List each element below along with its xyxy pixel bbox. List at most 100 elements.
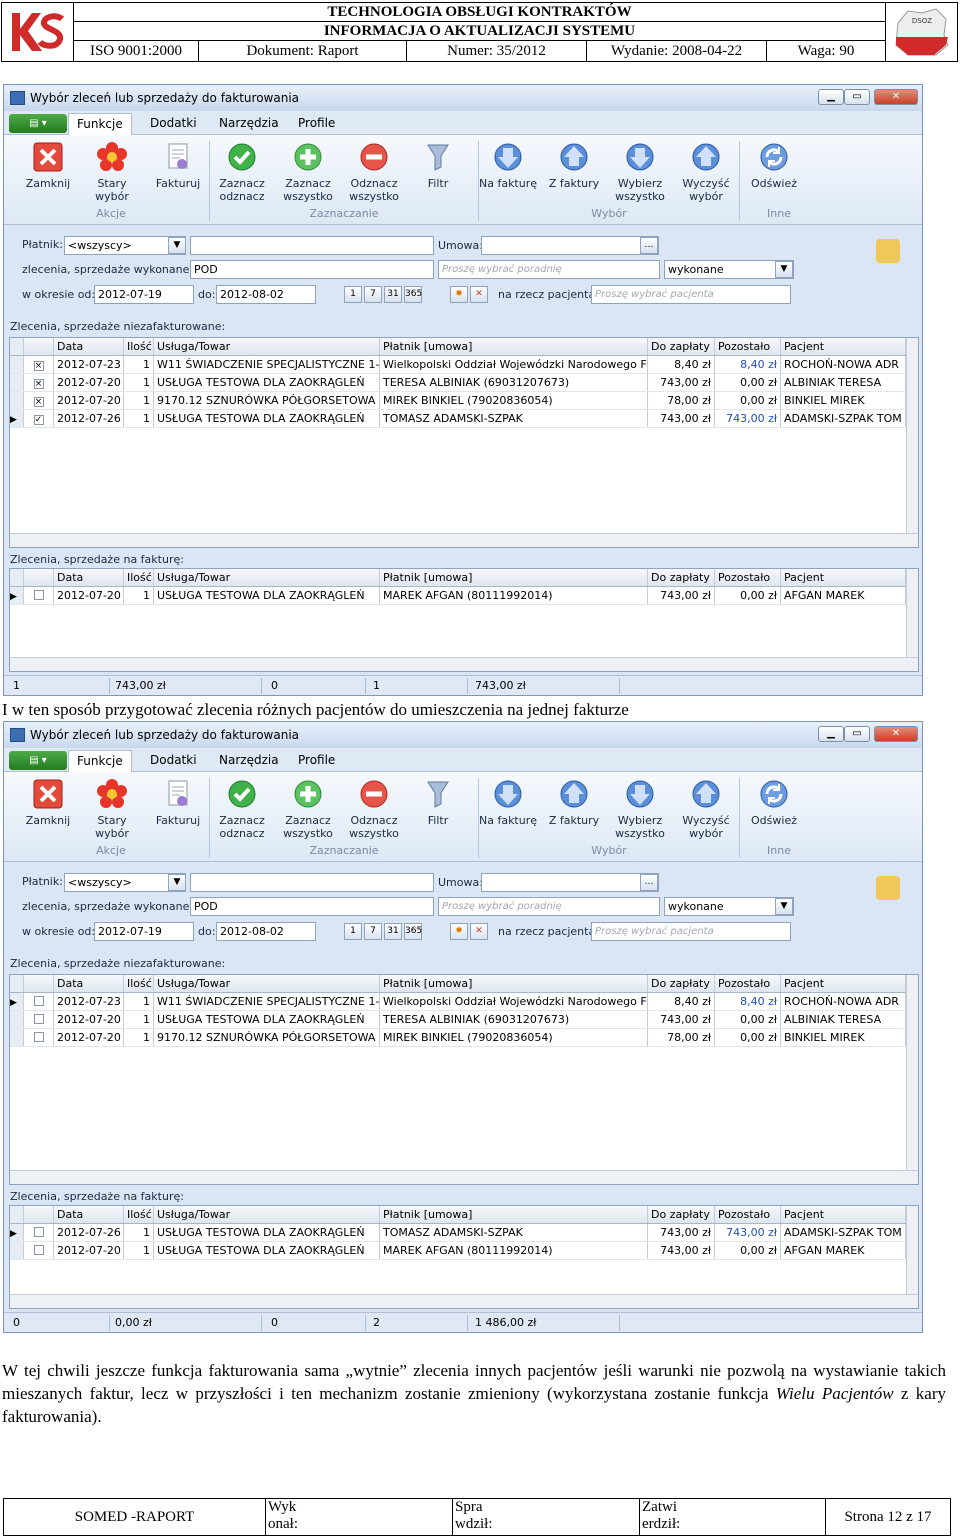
ribbon-button[interactable]: Odśwież <box>744 141 804 190</box>
window-titlebar[interactable]: Wybór zleceń lub sprzedaży do fakturowan… <box>4 722 922 748</box>
ribbon-button[interactable]: Zaznacz wszystko <box>278 141 338 203</box>
tab-profile[interactable]: Profile <box>298 753 335 767</box>
payer-search-input[interactable] <box>190 236 434 255</box>
checkbox-icon[interactable]: × <box>33 379 44 389</box>
ribbon-button[interactable]: Na fakturę <box>478 778 538 827</box>
tab-profile[interactable]: Profile <box>298 116 335 130</box>
col-patient[interactable]: Pacjent <box>781 569 906 586</box>
chevron-down-icon[interactable]: ▼ <box>168 237 186 254</box>
table-row[interactable]: ▶ 2012-07-23 1 W11 ŚWIADCZENIE SPECJALIS… <box>10 993 918 1011</box>
ribbon-button[interactable]: Wybierz wszystko <box>610 141 670 203</box>
ribbon-button[interactable]: Z faktury <box>544 778 604 827</box>
col-service[interactable]: Usługa/Towar <box>154 975 380 992</box>
col-quantity[interactable]: Ilość <box>124 569 154 586</box>
calendar-year-icon[interactable]: 365 <box>404 286 422 303</box>
users-icon[interactable] <box>876 876 900 900</box>
table-row[interactable]: ▶ 2012-07-26 1 USŁUGA TESTOWA DLA ZAOKRĄ… <box>10 1224 918 1242</box>
calendar-year-icon[interactable]: 365 <box>404 923 422 940</box>
col-service[interactable]: Usługa/Towar <box>154 569 380 586</box>
ribbon-button[interactable]: Fakturuj <box>148 141 208 190</box>
users-icon[interactable] <box>876 239 900 263</box>
contract-input[interactable] <box>481 236 659 255</box>
checkbox-icon[interactable]: ✓ <box>33 415 44 425</box>
clear-date-icon[interactable]: ✕ <box>470 286 488 303</box>
checkbox-icon[interactable] <box>33 996 44 1006</box>
table-row[interactable]: × 2012-07-20 1 USŁUGA TESTOWA DLA ZAOKRĄ… <box>10 374 918 392</box>
col-remaining[interactable]: Pozostało <box>715 975 781 992</box>
ribbon-button[interactable]: Zaznacz odznacz <box>212 141 272 203</box>
scrollbar-horizontal[interactable] <box>10 1294 918 1308</box>
row-checkbox[interactable] <box>24 587 54 604</box>
clinic-input[interactable]: Proszę wybrać poradnię <box>438 260 660 279</box>
table-row[interactable]: 2012-07-20 1 USŁUGA TESTOWA DLA ZAOKRĄGL… <box>10 1242 918 1260</box>
table-row[interactable]: × 2012-07-23 1 W11 ŚWIADCZENIE SPECJALIS… <box>10 356 918 374</box>
tab-funkcje[interactable]: Funkcje <box>68 750 132 772</box>
col-patient[interactable]: Pacjent <box>781 338 906 355</box>
ribbon-button[interactable]: Wyczyść wybór <box>676 141 736 203</box>
clear-date-icon[interactable]: ✕ <box>470 923 488 940</box>
sun-icon[interactable]: ✹ <box>450 286 468 303</box>
ribbon-button[interactable]: Zaznacz wszystko <box>278 778 338 840</box>
table-row[interactable]: ▶ ✓ 2012-07-26 1 USŁUGA TESTOWA DLA ZAOK… <box>10 410 918 428</box>
col-date[interactable]: Data <box>54 569 124 586</box>
ribbon-button[interactable]: Z faktury <box>544 141 604 190</box>
ribbon-button[interactable]: Filtr <box>408 778 468 827</box>
row-checkbox[interactable] <box>24 1242 54 1259</box>
tab-narzedzia[interactable]: Narzędzia <box>219 116 279 130</box>
ribbon-button[interactable]: Zaznacz odznacz <box>212 778 272 840</box>
calendar-week-icon[interactable]: 7 <box>364 286 382 303</box>
scrollbar-horizontal[interactable] <box>10 533 918 547</box>
col-date[interactable]: Data <box>54 338 124 355</box>
clinic-input[interactable]: Proszę wybrać poradnię <box>438 897 660 916</box>
col-quantity[interactable]: Ilość <box>124 1206 154 1223</box>
col-date[interactable]: Data <box>54 1206 124 1223</box>
checkbox-icon[interactable] <box>33 1227 44 1237</box>
calendar-week-icon[interactable]: 7 <box>364 923 382 940</box>
row-checkbox[interactable]: × <box>24 392 54 409</box>
chevron-down-icon[interactable]: ▼ <box>775 261 793 278</box>
scrollbar-vertical[interactable] <box>906 1206 918 1308</box>
ribbon-button[interactable]: Na fakturę <box>478 141 538 190</box>
col-remaining[interactable]: Pozostało <box>715 569 781 586</box>
chevron-down-icon[interactable]: ▼ <box>775 898 793 915</box>
date-to-input[interactable]: 2012-08-02 <box>216 285 316 304</box>
chevron-down-icon[interactable]: ▼ <box>168 874 186 891</box>
table-row[interactable]: 2012-07-20 1 USŁUGA TESTOWA DLA ZAOKRĄGL… <box>10 1011 918 1029</box>
col-to-pay[interactable]: Do zapłaty <box>648 1206 715 1223</box>
col-to-pay[interactable]: Do zapłaty <box>648 975 715 992</box>
patient-input[interactable]: Proszę wybrać pacjenta <box>591 922 791 941</box>
col-patient[interactable]: Pacjent <box>781 975 906 992</box>
checkbox-icon[interactable] <box>33 1014 44 1024</box>
row-checkbox[interactable]: ✓ <box>24 410 54 427</box>
close-button[interactable]: ✕ <box>874 726 918 742</box>
checkbox-icon[interactable] <box>33 1245 44 1255</box>
maximize-button[interactable]: ▭ <box>844 726 870 742</box>
tab-narzedzia[interactable]: Narzędzia <box>219 753 279 767</box>
col-remaining[interactable]: Pozostało <box>715 1206 781 1223</box>
calendar-month-icon[interactable]: 31 <box>384 286 402 303</box>
calendar-day-icon[interactable]: 1 <box>344 923 362 940</box>
tab-dodatki[interactable]: Dodatki <box>150 753 197 767</box>
row-checkbox[interactable] <box>24 1011 54 1028</box>
col-payer[interactable]: Płatnik [umowa] <box>380 569 648 586</box>
col-service[interactable]: Usługa/Towar <box>154 1206 380 1223</box>
col-patient[interactable]: Pacjent <box>781 1206 906 1223</box>
ellipsis-button[interactable]: … <box>640 874 658 891</box>
table-row[interactable]: ▶ 2012-07-20 1 USŁUGA TESTOWA DLA ZAOKRĄ… <box>10 587 918 605</box>
department-input[interactable]: POD <box>190 260 434 279</box>
window-titlebar[interactable]: Wybór zleceń lub sprzedaży do fakturowan… <box>4 85 922 111</box>
ribbon-button[interactable]: Stary wybór <box>82 141 142 203</box>
scrollbar-vertical[interactable] <box>906 569 918 671</box>
sun-icon[interactable]: ✹ <box>450 923 468 940</box>
calendar-day-icon[interactable]: 1 <box>344 286 362 303</box>
app-menu-button[interactable]: ▤ ▾ <box>9 751 67 770</box>
row-checkbox[interactable] <box>24 1029 54 1046</box>
app-menu-button[interactable]: ▤ ▾ <box>9 114 67 133</box>
col-to-pay[interactable]: Do zapłaty <box>648 569 715 586</box>
col-payer[interactable]: Płatnik [umowa] <box>380 1206 648 1223</box>
col-service[interactable]: Usługa/Towar <box>154 338 380 355</box>
ribbon-button[interactable]: Odznacz wszystko <box>344 778 404 840</box>
scrollbar-horizontal[interactable] <box>10 1170 918 1184</box>
col-quantity[interactable]: Ilość <box>124 338 154 355</box>
checkbox-icon[interactable]: × <box>33 397 44 407</box>
